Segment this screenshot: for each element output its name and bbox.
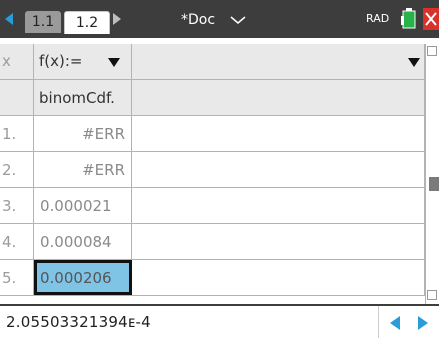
table-row: 3. 0.000021	[0, 188, 425, 224]
column-header-cell-b[interactable]	[132, 44, 425, 79]
table-row: 1. #ERR	[0, 116, 425, 152]
vertical-scrollbar[interactable]	[425, 44, 439, 304]
column-formula-cell[interactable]: binomCdf.	[34, 80, 132, 115]
nav-right-icon[interactable]	[113, 13, 121, 25]
close-icon[interactable]	[423, 8, 439, 30]
data-cell-b[interactable]	[132, 224, 425, 259]
scroll-down-icon[interactable]	[427, 290, 437, 300]
row-number: 3.	[0, 188, 34, 223]
selected-data-cell[interactable]: 0.000206	[34, 260, 132, 295]
data-cell-b[interactable]	[132, 152, 425, 187]
table-row: 5. 0.000206	[0, 260, 425, 296]
data-cell[interactable]: #ERR	[34, 152, 132, 187]
column-formula-label: f(x):=	[39, 52, 83, 70]
scroll-up-icon[interactable]	[427, 46, 437, 56]
document-title[interactable]: *Doc	[181, 10, 215, 30]
data-cell[interactable]: #ERR	[34, 116, 132, 151]
entry-divider	[378, 306, 379, 338]
lists-spreadsheet-app: 1.1 1.2 *Doc RAD x f(x):= binomCdf. 1. #…	[0, 0, 439, 338]
data-cell[interactable]: 0.000021	[34, 188, 132, 223]
tab-1-2[interactable]: 1.2	[64, 11, 110, 34]
chevron-down-icon[interactable]	[230, 16, 246, 25]
data-cell-b[interactable]	[132, 188, 425, 223]
formula-row: binomCdf.	[0, 80, 425, 116]
scrollbar-thumb[interactable]	[429, 177, 439, 191]
row-number: 5.	[0, 260, 34, 295]
formula-row-corner	[0, 80, 34, 115]
dropdown-arrow-icon[interactable]	[408, 58, 420, 67]
nav-left-icon[interactable]	[5, 13, 13, 25]
row-number: 1.	[0, 116, 34, 151]
dropdown-arrow-icon[interactable]	[108, 58, 120, 67]
data-cell-b[interactable]	[132, 116, 425, 151]
column-header-row: x f(x):=	[0, 44, 425, 80]
data-cell-b[interactable]	[132, 260, 425, 295]
table-row: 2. #ERR	[0, 152, 425, 188]
title-bar: 1.1 1.2 *Doc RAD	[0, 0, 439, 38]
battery-icon	[401, 8, 416, 29]
corner-cell: x	[0, 44, 34, 79]
data-cell[interactable]: 0.000084	[34, 224, 132, 259]
tab-1-1[interactable]: 1.1	[25, 11, 61, 33]
table-row: 4. 0.000084	[0, 224, 425, 260]
column-header-cell[interactable]: f(x):=	[34, 44, 132, 79]
entry-line[interactable]: 2.05503321394ᴇ-4	[0, 304, 439, 338]
history-back-icon[interactable]	[390, 316, 400, 330]
entry-line-value[interactable]: 2.05503321394ᴇ-4	[6, 313, 151, 331]
angle-mode-indicator: RAD	[366, 12, 390, 25]
row-number: 4.	[0, 224, 34, 259]
row-number: 2.	[0, 152, 34, 187]
column-formula-cell-b[interactable]	[132, 80, 425, 115]
history-forward-icon[interactable]	[418, 316, 428, 330]
